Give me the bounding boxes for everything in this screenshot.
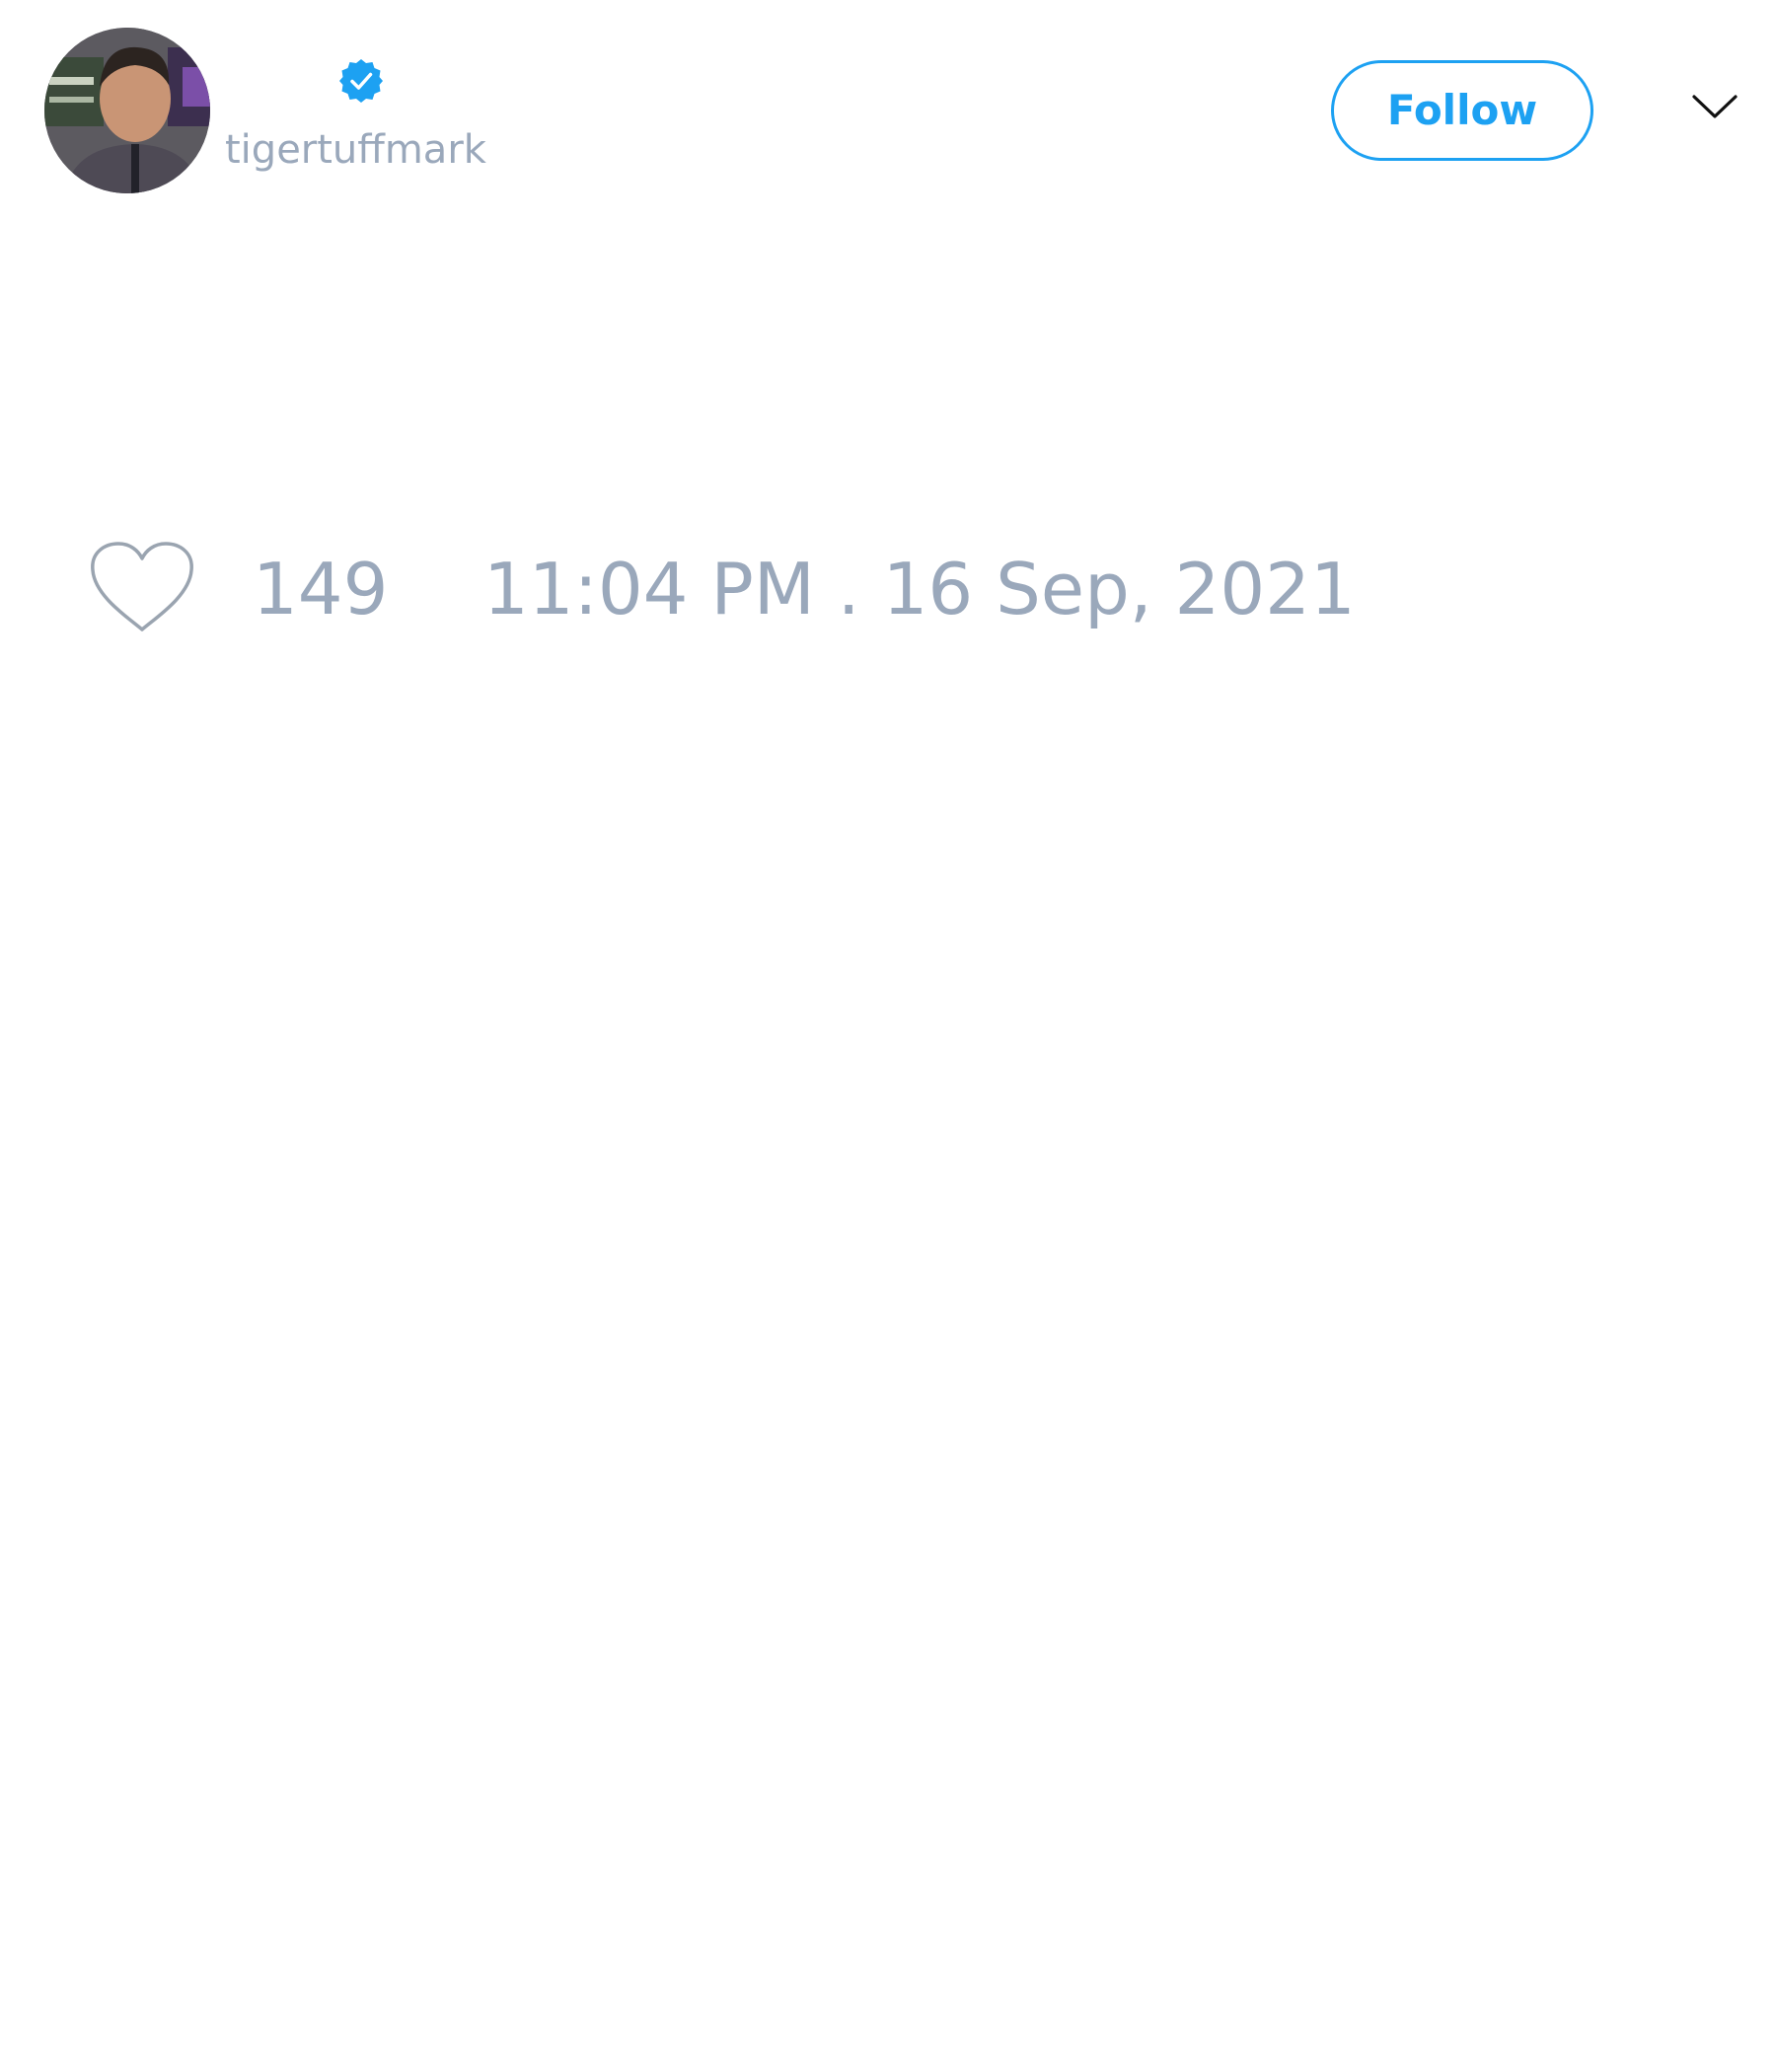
verified-badge-icon	[339, 59, 383, 103]
chevron-down-icon[interactable]	[1691, 91, 1739, 122]
follow-button[interactable]: Follow	[1331, 60, 1593, 161]
heart-icon[interactable]	[89, 541, 195, 635]
avatar[interactable]	[44, 28, 210, 193]
avatar-photo	[44, 28, 210, 193]
like-count: 149	[253, 548, 389, 630]
author-handle[interactable]: tigertuffmark	[225, 124, 486, 176]
tweet-timestamp[interactable]: 11:04 PM . 16 Sep, 2021	[483, 545, 1356, 633]
